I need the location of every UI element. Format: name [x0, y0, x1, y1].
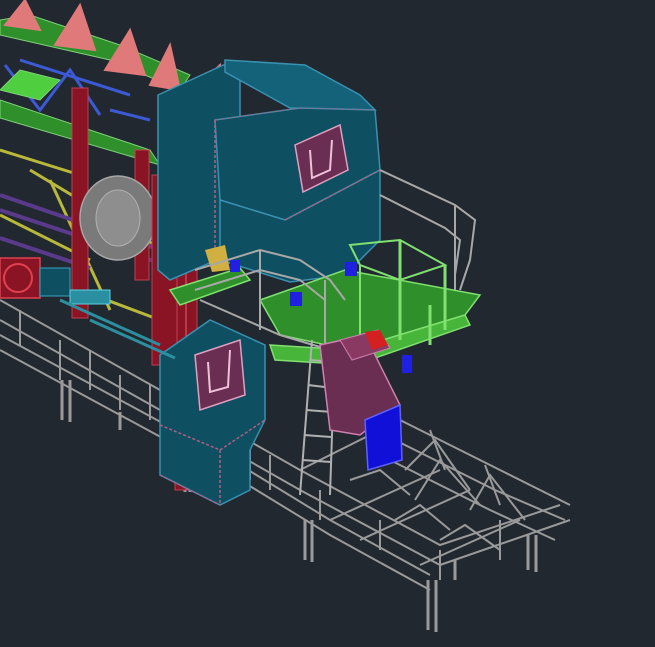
head-pulley-drum — [79, 175, 157, 261]
cad-drawing[interactable] — [0, 0, 655, 647]
main-drive-housing — [157, 59, 381, 283]
cad-viewport[interactable] — [0, 0, 655, 647]
lower-drive-housing — [159, 319, 266, 506]
